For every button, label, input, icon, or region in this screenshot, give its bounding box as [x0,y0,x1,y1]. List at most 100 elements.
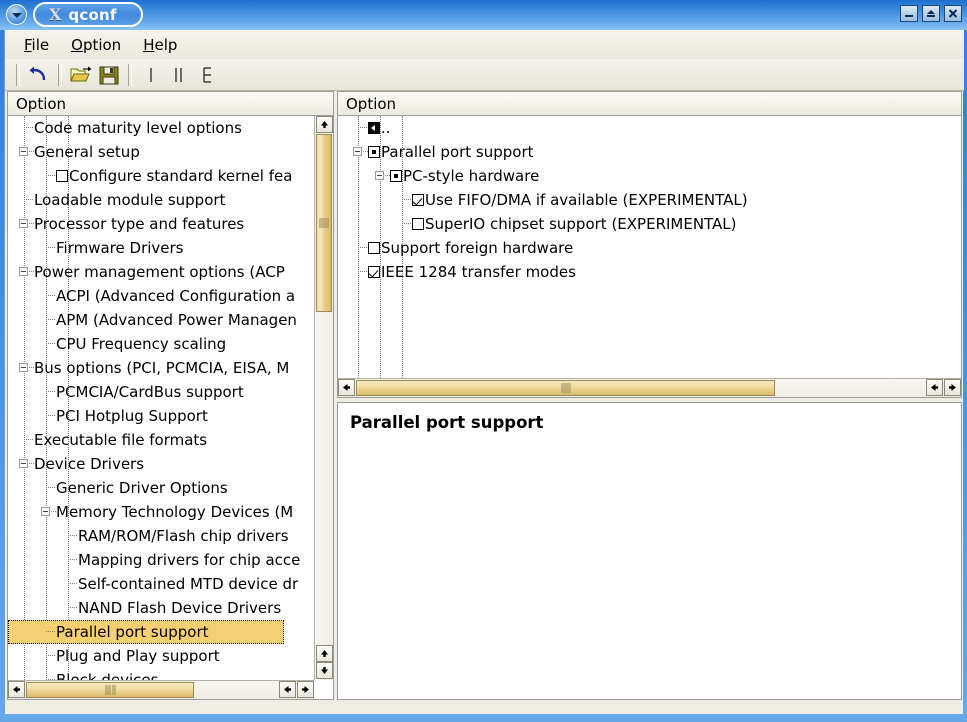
tree-row[interactable]: Code maturity level options [8,116,314,140]
tree-row[interactable]: Plug and Play support [8,644,314,668]
back-button[interactable] [25,62,53,88]
left-vertical-scrollbar[interactable] [314,116,333,680]
tree-row[interactable]: NAND Flash Device Drivers [8,596,314,620]
collapse-toggle-icon[interactable] [16,212,34,236]
right-column-header[interactable]: Option [338,92,961,116]
tree-row[interactable]: ACPI (Advanced Configuration a [8,284,314,308]
tree-row-label: Code maturity level options [34,121,242,136]
menu-file-mnemonic: F [24,36,32,54]
load-button[interactable] [67,62,95,88]
menu-option[interactable]: Option [60,33,132,57]
tree-row[interactable]: Processor type and features [8,212,314,236]
left-column-header[interactable]: Option [8,92,333,116]
tree-row[interactable]: PCMCIA/CardBus support [8,380,314,404]
collapse-toggle-icon[interactable] [16,452,34,476]
tree-row[interactable]: RAM/ROM/Flash chip drivers [8,524,314,548]
help-content[interactable]: Parallel port support [338,403,961,699]
right-horizontal-scrollbar[interactable] [338,378,961,397]
maximize-button[interactable] [922,5,940,22]
checkbox-unchecked-icon[interactable] [368,242,380,254]
split-view-button[interactable] [165,62,193,88]
tree-row[interactable]: Support foreign hardware [338,236,961,260]
tree-row-label: Support foreign hardware [381,241,573,256]
tree-row[interactable]: Use FIFO/DMA if available (EXPERIMENTAL) [338,188,961,212]
tree-row[interactable]: Generic Driver Options [8,476,314,500]
left-hscroll-thumb[interactable] [26,682,194,698]
minimize-button[interactable] [900,5,918,22]
tree-elbow [38,284,56,308]
module-option-icon[interactable] [390,170,402,182]
collapse-toggle-icon[interactable] [350,140,368,164]
close-button[interactable] [944,5,962,22]
module-option-icon[interactable] [368,146,380,158]
arrow-left-icon [283,685,292,694]
collapse-toggle-icon[interactable] [38,500,56,524]
scroll-up-button[interactable] [316,116,333,133]
split-columns-icon [170,65,188,85]
tree-row[interactable]: General setup [8,140,314,164]
scroll-grip [560,383,571,393]
scroll-right-button[interactable] [944,379,961,396]
tree-row[interactable]: APM (Advanced Power Managen [8,308,314,332]
tree-row[interactable]: Mapping drivers for chip acce [8,548,314,572]
menu-help[interactable]: Help [132,33,188,57]
checkbox-checked-icon[interactable] [412,194,424,206]
tree-row-label: Memory Technology Devices (M [56,505,293,520]
scroll-left-button[interactable] [338,379,355,396]
tree-elbow [16,428,34,452]
tree-row[interactable]: Self-contained MTD device dr [8,572,314,596]
tree-row[interactable]: IEEE 1284 transfer modes [338,260,961,284]
menu-help-label: elp [154,36,177,54]
tree-row[interactable]: .. [338,116,961,140]
tree-row[interactable]: Parallel port support [8,620,284,644]
scroll-right-button[interactable] [297,681,314,698]
left-vscroll-thumb[interactable] [316,134,332,312]
tree-row[interactable]: Loadable module support [8,188,314,212]
checkbox-unchecked-icon[interactable] [56,170,68,182]
tree-row[interactable]: PCI Hotplug Support [8,404,314,428]
tree-row[interactable]: Device Drivers [8,452,314,476]
left-horizontal-scrollbar[interactable] [8,680,314,699]
collapse-toggle-icon[interactable] [16,356,34,380]
scroll-left-button-right[interactable] [926,379,943,396]
option-list[interactable]: ..Parallel port supportPC-style hardware… [338,116,961,378]
tree-row[interactable]: Configure standard kernel fea [8,164,314,188]
menu-file[interactable]: File [13,33,60,57]
scroll-down-button[interactable] [316,662,333,679]
tree-row[interactable]: Bus options (PCI, PCMCIA, EISA, M [8,356,314,380]
arrow-left-icon [930,383,939,392]
single-view-button[interactable] [137,62,165,88]
tree-row[interactable]: Executable file formats [8,428,314,452]
tree-elbow [38,308,56,332]
tree-row-label: ACPI (Advanced Configuration a [56,289,295,304]
config-tree[interactable]: Code maturity level options General setup… [8,116,314,680]
scroll-up-button-bottom[interactable] [316,645,333,662]
tree-row[interactable]: Block devices [8,668,314,680]
tree-row-label: SuperIO chipset support (EXPERIMENTAL) [425,217,737,232]
tree-row[interactable]: Memory Technology Devices (M [8,500,314,524]
checkbox-unchecked-icon[interactable] [412,218,424,230]
tree-row[interactable]: PC-style hardware [338,164,961,188]
tree-row-label: Configure standard kernel fea [69,169,292,184]
collapse-toggle-icon[interactable] [16,260,34,284]
save-button[interactable] [95,62,123,88]
tree-row[interactable]: Firmware Drivers [8,236,314,260]
toolbar-separator-1 [58,64,62,86]
scroll-left-button-right[interactable] [279,681,296,698]
right-hscroll-thumb[interactable] [356,380,775,396]
arrow-right-icon [301,685,310,694]
tree-elbow [38,164,56,188]
collapse-toggle-icon[interactable] [16,140,34,164]
go-up-icon[interactable] [368,122,380,134]
tree-row[interactable]: CPU Frequency scaling [8,332,314,356]
tree-row[interactable]: Power management options (ACP [8,260,314,284]
undo-arrow-icon [29,66,49,84]
tree-row[interactable]: Parallel port support [338,140,961,164]
checkbox-checked-icon[interactable] [368,266,380,278]
full-view-button[interactable] [193,62,221,88]
collapse-toggle-icon[interactable] [372,164,390,188]
scroll-left-button[interactable] [8,681,25,698]
menu-file-label: ile [32,36,50,54]
tree-row[interactable]: SuperIO chipset support (EXPERIMENTAL) [338,212,961,236]
window-menu-icon[interactable] [6,4,27,25]
